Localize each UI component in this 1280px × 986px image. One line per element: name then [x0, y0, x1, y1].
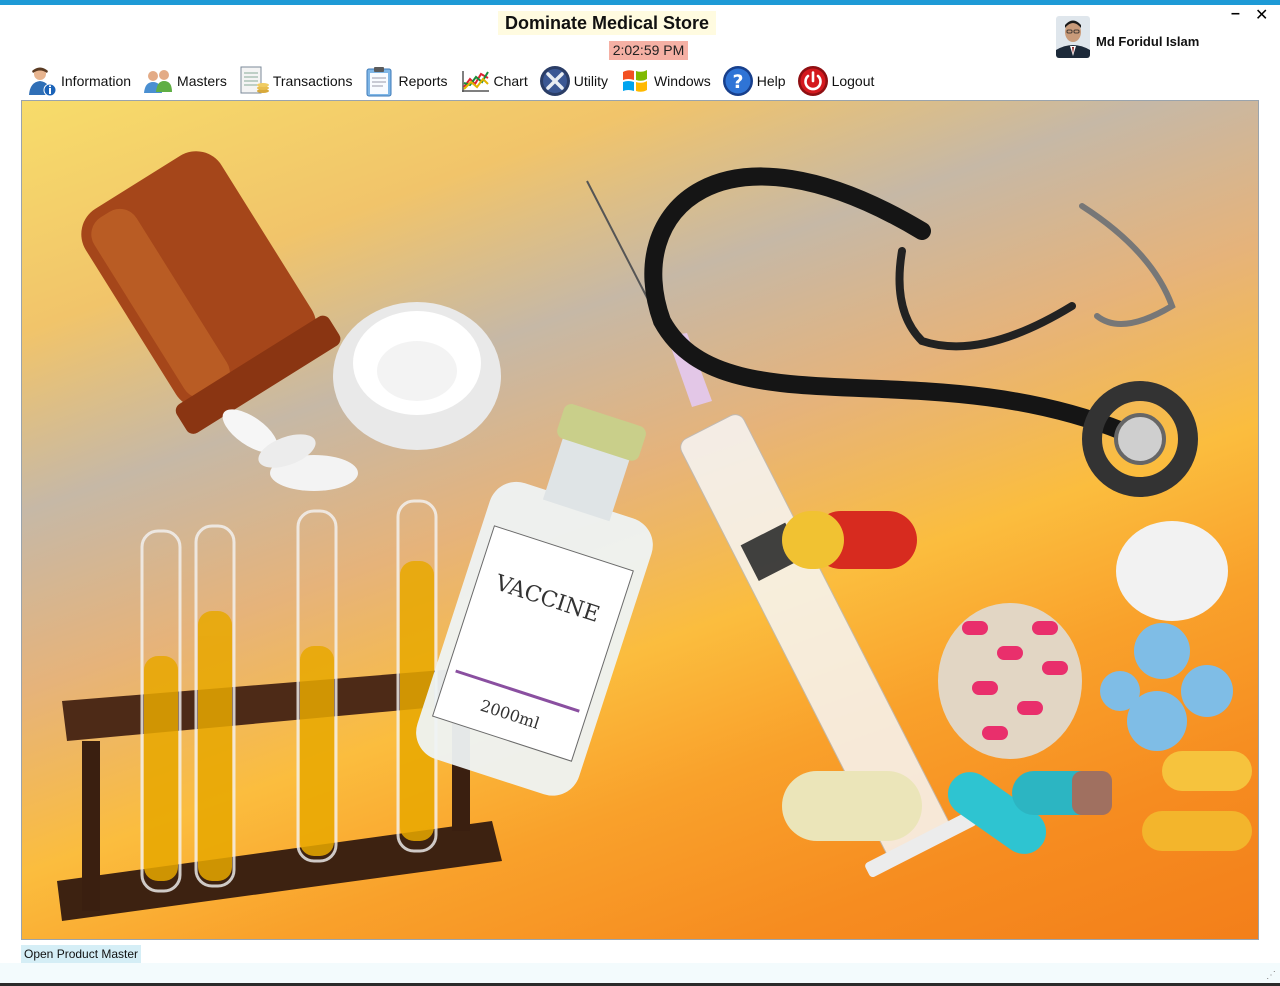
- help-icon: ?: [722, 65, 754, 97]
- menu-chart[interactable]: Chart: [459, 65, 528, 97]
- menu-utility[interactable]: Utility: [539, 65, 608, 97]
- menu-information-label: Information: [61, 73, 132, 89]
- windows-logo-icon: [619, 65, 651, 97]
- bottle-cap-image: [333, 302, 501, 450]
- tools-icon: [539, 65, 571, 97]
- menu-help-label: Help: [756, 73, 786, 89]
- menu-reports-label: Reports: [398, 73, 448, 89]
- menu-utility-label: Utility: [573, 73, 608, 89]
- vaccine-vial-image: VACCINE 2000ml: [416, 404, 653, 796]
- avatar: [1056, 16, 1090, 58]
- medical-collage-image: VACCINE 2000ml: [21, 100, 1259, 940]
- window-top-accent: [0, 0, 1280, 5]
- power-icon: [797, 65, 829, 97]
- status-message: Open Product Master: [21, 945, 142, 963]
- menu-masters-label: Masters: [177, 73, 227, 89]
- user-info-icon: [26, 65, 58, 97]
- clipboard-report-icon: [363, 65, 395, 97]
- close-button[interactable]: ✕: [1255, 8, 1268, 24]
- menu-windows[interactable]: Windows: [619, 65, 711, 97]
- menu-reports[interactable]: Reports: [363, 65, 448, 97]
- svg-text:?: ?: [732, 71, 743, 93]
- users-group-icon: [142, 65, 174, 97]
- main-menu-bar: Information Masters Transactions Reports…: [26, 62, 885, 100]
- user-name: Md Foridul Islam: [1096, 34, 1200, 49]
- app-title: Dominate Medical Store: [498, 11, 716, 35]
- menu-chart-label: Chart: [493, 73, 528, 89]
- pill-bottle-image: [81, 151, 358, 491]
- menu-help[interactable]: ? Help: [722, 65, 786, 97]
- menu-masters[interactable]: Masters: [142, 65, 227, 97]
- line-chart-icon: [459, 65, 491, 97]
- menu-information[interactable]: Information: [26, 65, 131, 97]
- menu-logout-label: Logout: [831, 73, 875, 89]
- menu-transactions[interactable]: Transactions: [238, 65, 353, 97]
- resize-grip-icon[interactable]: ⋰: [1266, 970, 1276, 981]
- menu-windows-label: Windows: [653, 73, 711, 89]
- menu-logout[interactable]: Logout: [797, 65, 875, 97]
- minimize-button[interactable]: –: [1231, 6, 1240, 22]
- ledger-icon: [238, 65, 270, 97]
- clock: 2:02:59 PM: [609, 41, 688, 60]
- menu-transactions-label: Transactions: [272, 73, 353, 89]
